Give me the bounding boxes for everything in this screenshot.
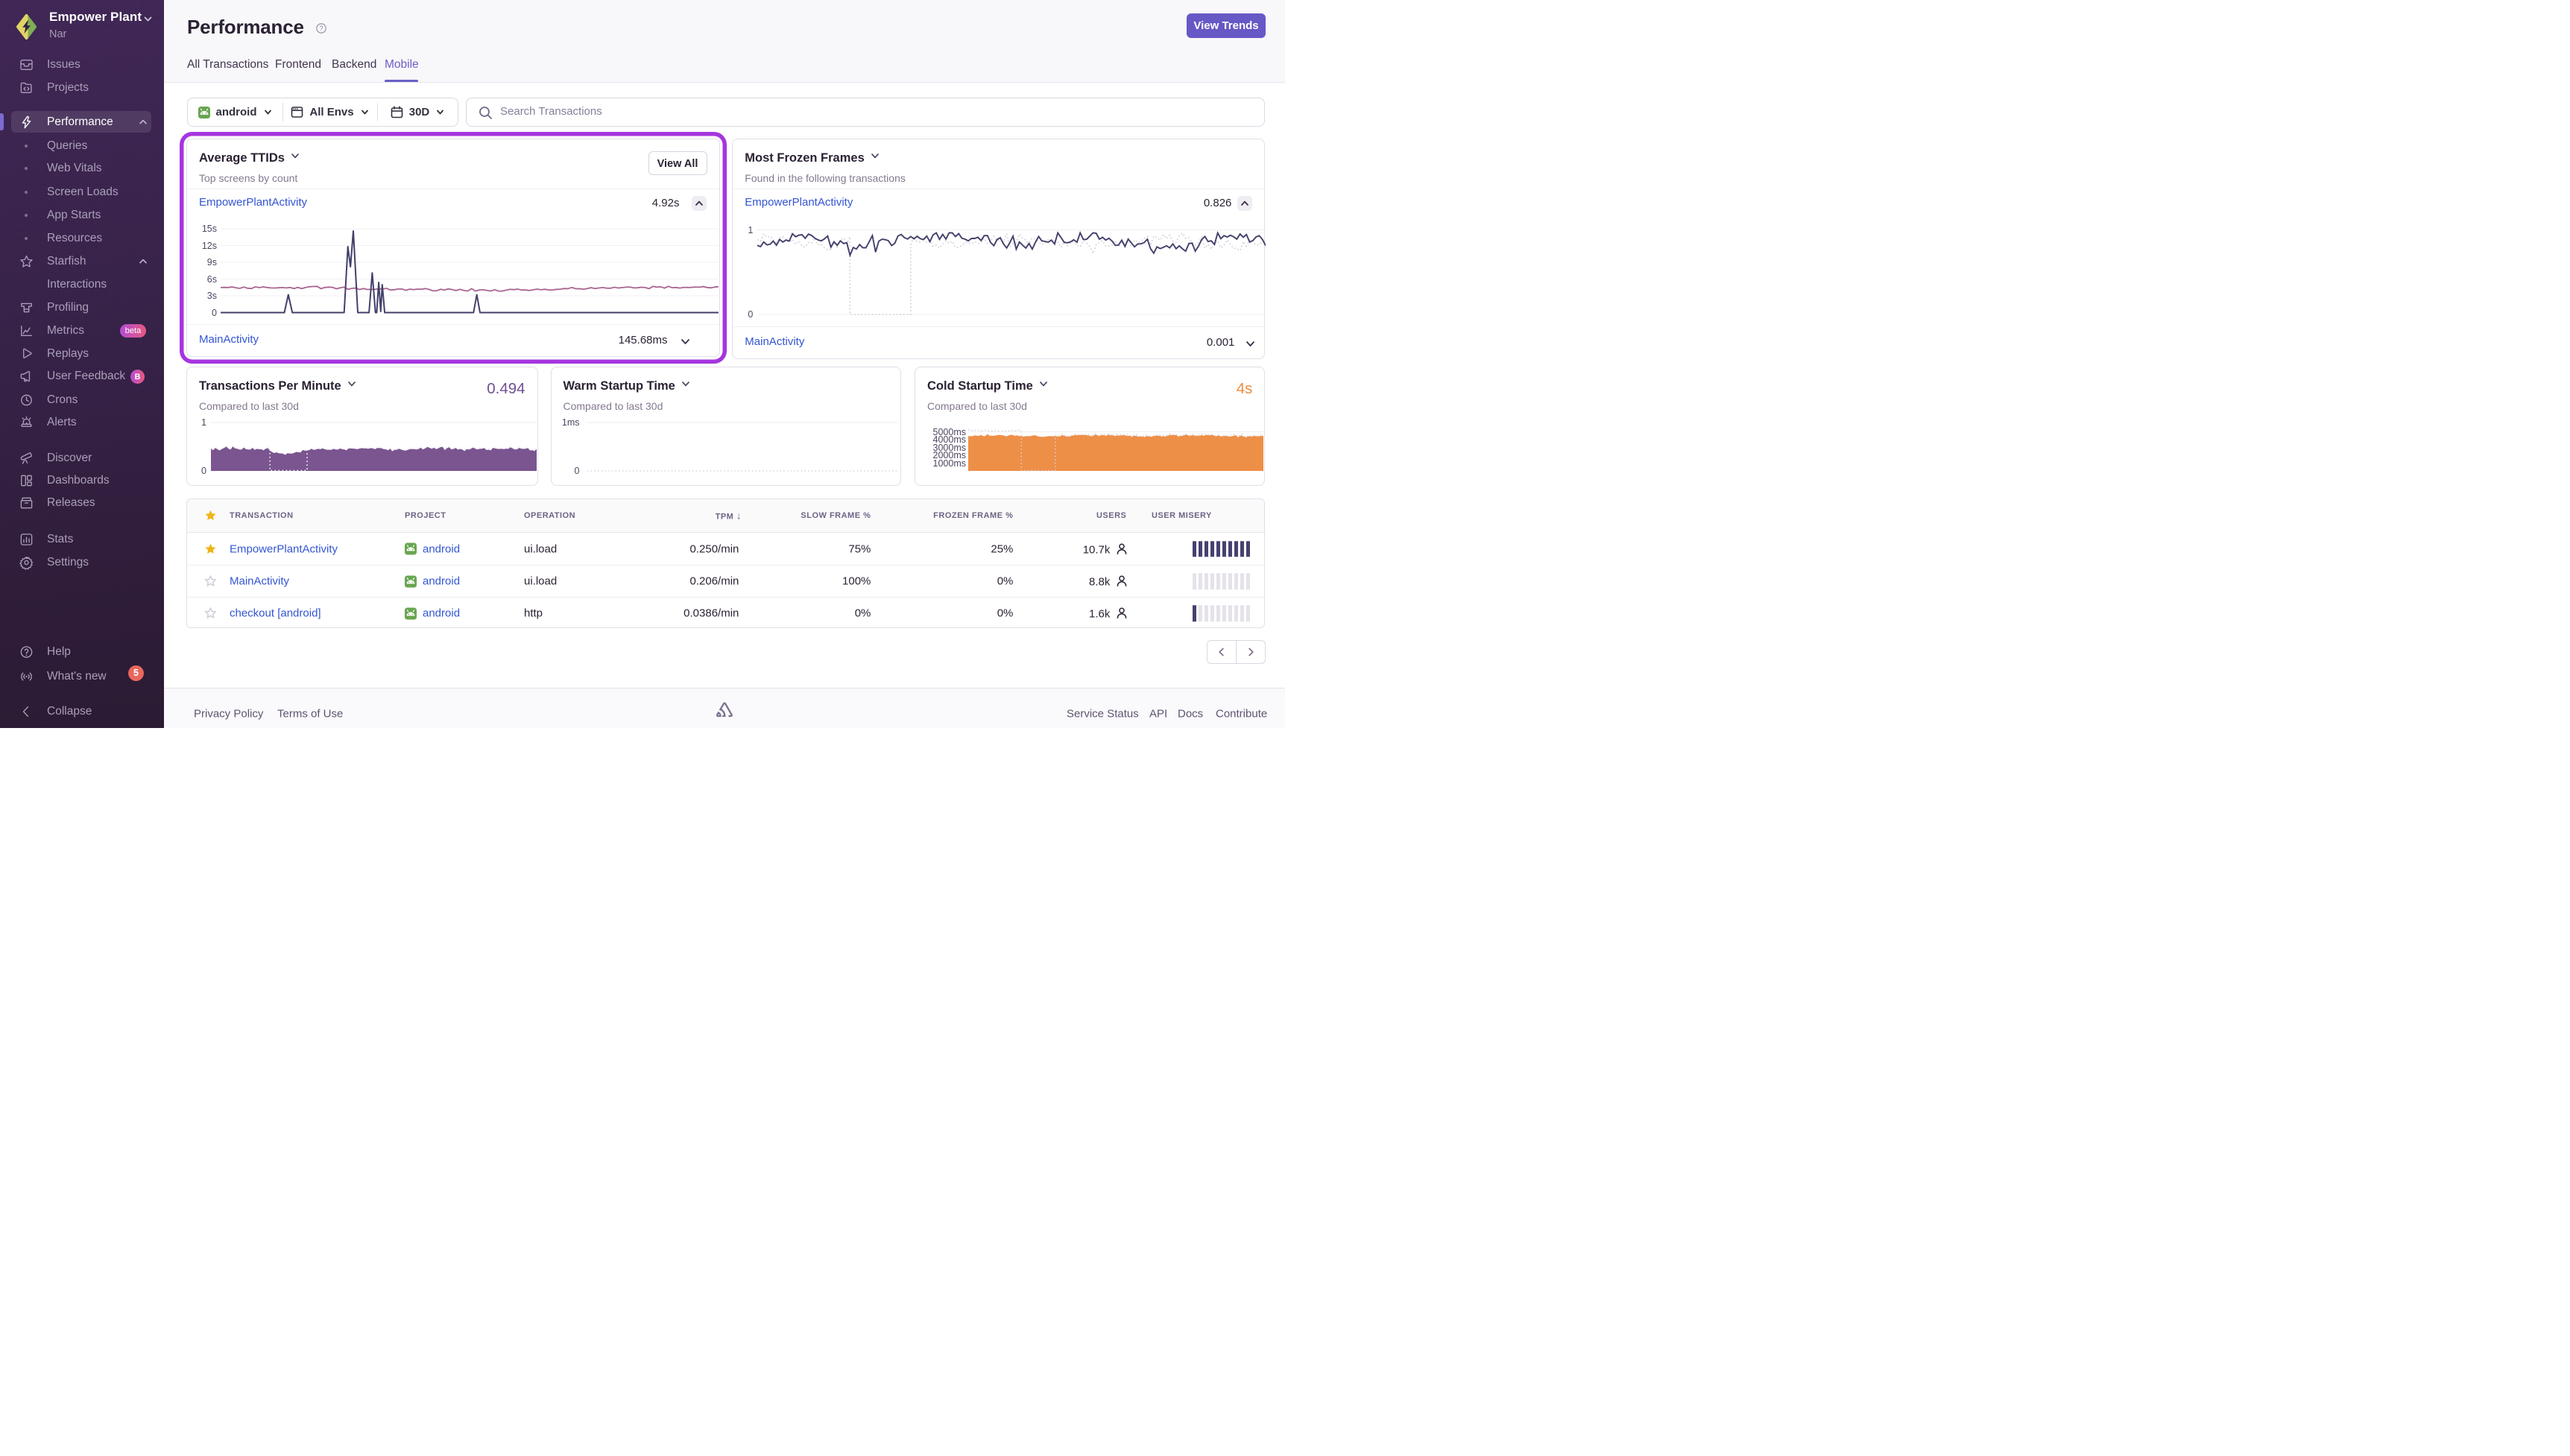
svg-text:?: ?	[319, 25, 323, 32]
